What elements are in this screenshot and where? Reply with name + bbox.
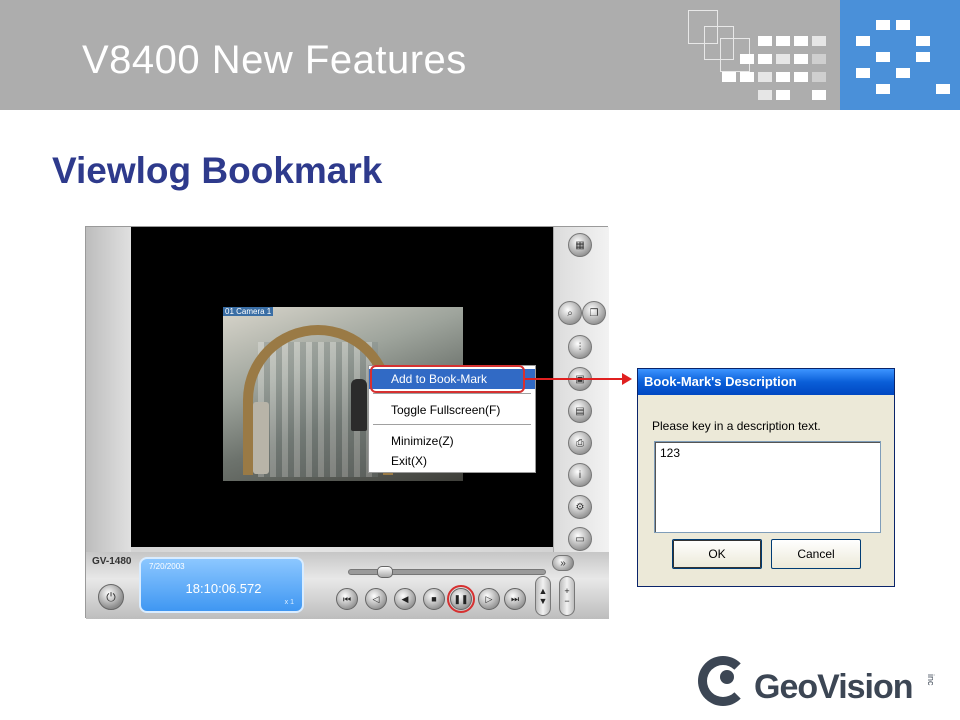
- highlight-ring: [370, 365, 525, 393]
- decor-pixel: [794, 72, 808, 82]
- dialog-title: Book-Mark's Description: [638, 369, 894, 395]
- fast-rewind-button[interactable]: ⏮: [336, 588, 358, 610]
- slide: V8400 New Features Viewlog Bookmark 01 C…: [0, 0, 960, 720]
- decor-pixel: [740, 54, 754, 64]
- decor-pixel: [758, 54, 772, 64]
- camera-label: 01 Camera 1: [223, 307, 274, 316]
- play-reverse-button[interactable]: ◀: [394, 588, 416, 610]
- speed-toggle-icon[interactable]: »: [552, 555, 574, 571]
- lcd-display: 7/20/2003 18:10:06.572 x 1: [139, 557, 304, 613]
- decor-pixel: [876, 20, 890, 30]
- bookmark-dialog: Book-Mark's Description Please key in a …: [637, 368, 895, 587]
- step-back-button[interactable]: ◁: [365, 588, 387, 610]
- decor-pixel: [758, 90, 772, 100]
- logo-dot: [720, 670, 734, 684]
- slide-title: V8400 New Features: [82, 38, 467, 82]
- decor-pixel: [812, 72, 826, 82]
- decor-pixel: [794, 36, 808, 46]
- decor-pixel: [812, 90, 826, 100]
- decor-pixel: [812, 36, 826, 46]
- decor-pixel: [758, 72, 772, 82]
- pause-button[interactable]: ❚❚: [447, 585, 475, 613]
- decor-pixel: [896, 68, 910, 78]
- decor-pixel: [776, 72, 790, 82]
- split-screen-icon[interactable]: ▦: [568, 233, 592, 257]
- callout-arrow-line: [525, 378, 625, 380]
- timeline-slider[interactable]: [348, 566, 546, 578]
- adjust-icon[interactable]: ⫶: [568, 335, 592, 359]
- decor-pixel: [856, 36, 870, 46]
- decor-pixel: [876, 52, 890, 62]
- slide-subtitle: Viewlog Bookmark: [52, 150, 383, 191]
- decor-pixel: [812, 54, 826, 64]
- speed-stepper[interactable]: ▲ ▼: [535, 576, 551, 616]
- decor-pixel: [876, 84, 890, 94]
- player-control-panel: GV-1480 ⏻ 7/20/2003 18:10:06.572 x 1 » ⏮…: [86, 552, 609, 619]
- print-icon[interactable]: ⎙: [568, 431, 592, 455]
- copy-icon[interactable]: ❐: [582, 301, 606, 325]
- fast-forward-button[interactable]: ⏭: [504, 588, 526, 610]
- info-icon[interactable]: i: [568, 463, 592, 487]
- decor-pixel: [936, 84, 950, 94]
- brand-label: GV-1480: [92, 556, 132, 567]
- lcd-time: 18:10:06.572: [185, 581, 262, 596]
- timeline-slider-thumb[interactable]: [377, 566, 393, 578]
- decor-pixel: [916, 52, 930, 62]
- dialog-prompt: Please key in a description text.: [652, 419, 821, 433]
- decor-pixel: [776, 90, 790, 100]
- header-blue-block: [840, 0, 960, 110]
- step-forward-button[interactable]: ▷: [478, 588, 500, 610]
- settings-icon[interactable]: ⚙: [568, 495, 592, 519]
- person: [351, 379, 367, 431]
- zoom-stepper[interactable]: + −: [559, 576, 575, 616]
- description-input[interactable]: 123: [654, 441, 881, 533]
- stop-button[interactable]: ■: [423, 588, 445, 610]
- ok-button[interactable]: OK: [672, 539, 762, 569]
- lcd-date: 7/20/2003: [149, 562, 185, 571]
- decor-pixel: [776, 36, 790, 46]
- menu-separator: [373, 393, 531, 394]
- decor-pixel: [794, 54, 808, 64]
- logo-text: GeoVision: [754, 668, 914, 706]
- menu-separator: [373, 424, 531, 425]
- decor-pixel: [916, 36, 930, 46]
- menu-item-toggle-fullscreen[interactable]: Toggle Fullscreen(F): [369, 400, 535, 420]
- decor-pixel: [776, 54, 790, 64]
- decor-pixel: [896, 20, 910, 30]
- logo-inc: inc: [926, 674, 936, 686]
- decor-pixel: [740, 72, 754, 82]
- save-bmp-icon[interactable]: ▤: [568, 399, 592, 423]
- menu-item-exit[interactable]: Exit(X): [369, 451, 535, 471]
- geovision-logo: GeoVision inc: [698, 656, 948, 712]
- callout-arrow-icon: [622, 373, 632, 385]
- power-icon[interactable]: ⏻: [98, 584, 124, 610]
- pillar: [253, 402, 269, 474]
- folder-icon[interactable]: ▭: [568, 527, 592, 551]
- decor-pixel: [722, 72, 736, 82]
- lcd-speed: x 1: [284, 599, 294, 606]
- cancel-button[interactable]: Cancel: [771, 539, 861, 569]
- header-band: V8400 New Features: [0, 0, 960, 110]
- menu-item-minimize[interactable]: Minimize(Z): [369, 431, 535, 451]
- search-icon[interactable]: ⌕: [558, 301, 582, 325]
- player-left-frame: [86, 227, 131, 552]
- decor-pixel: [758, 36, 772, 46]
- decor-pixel: [856, 68, 870, 78]
